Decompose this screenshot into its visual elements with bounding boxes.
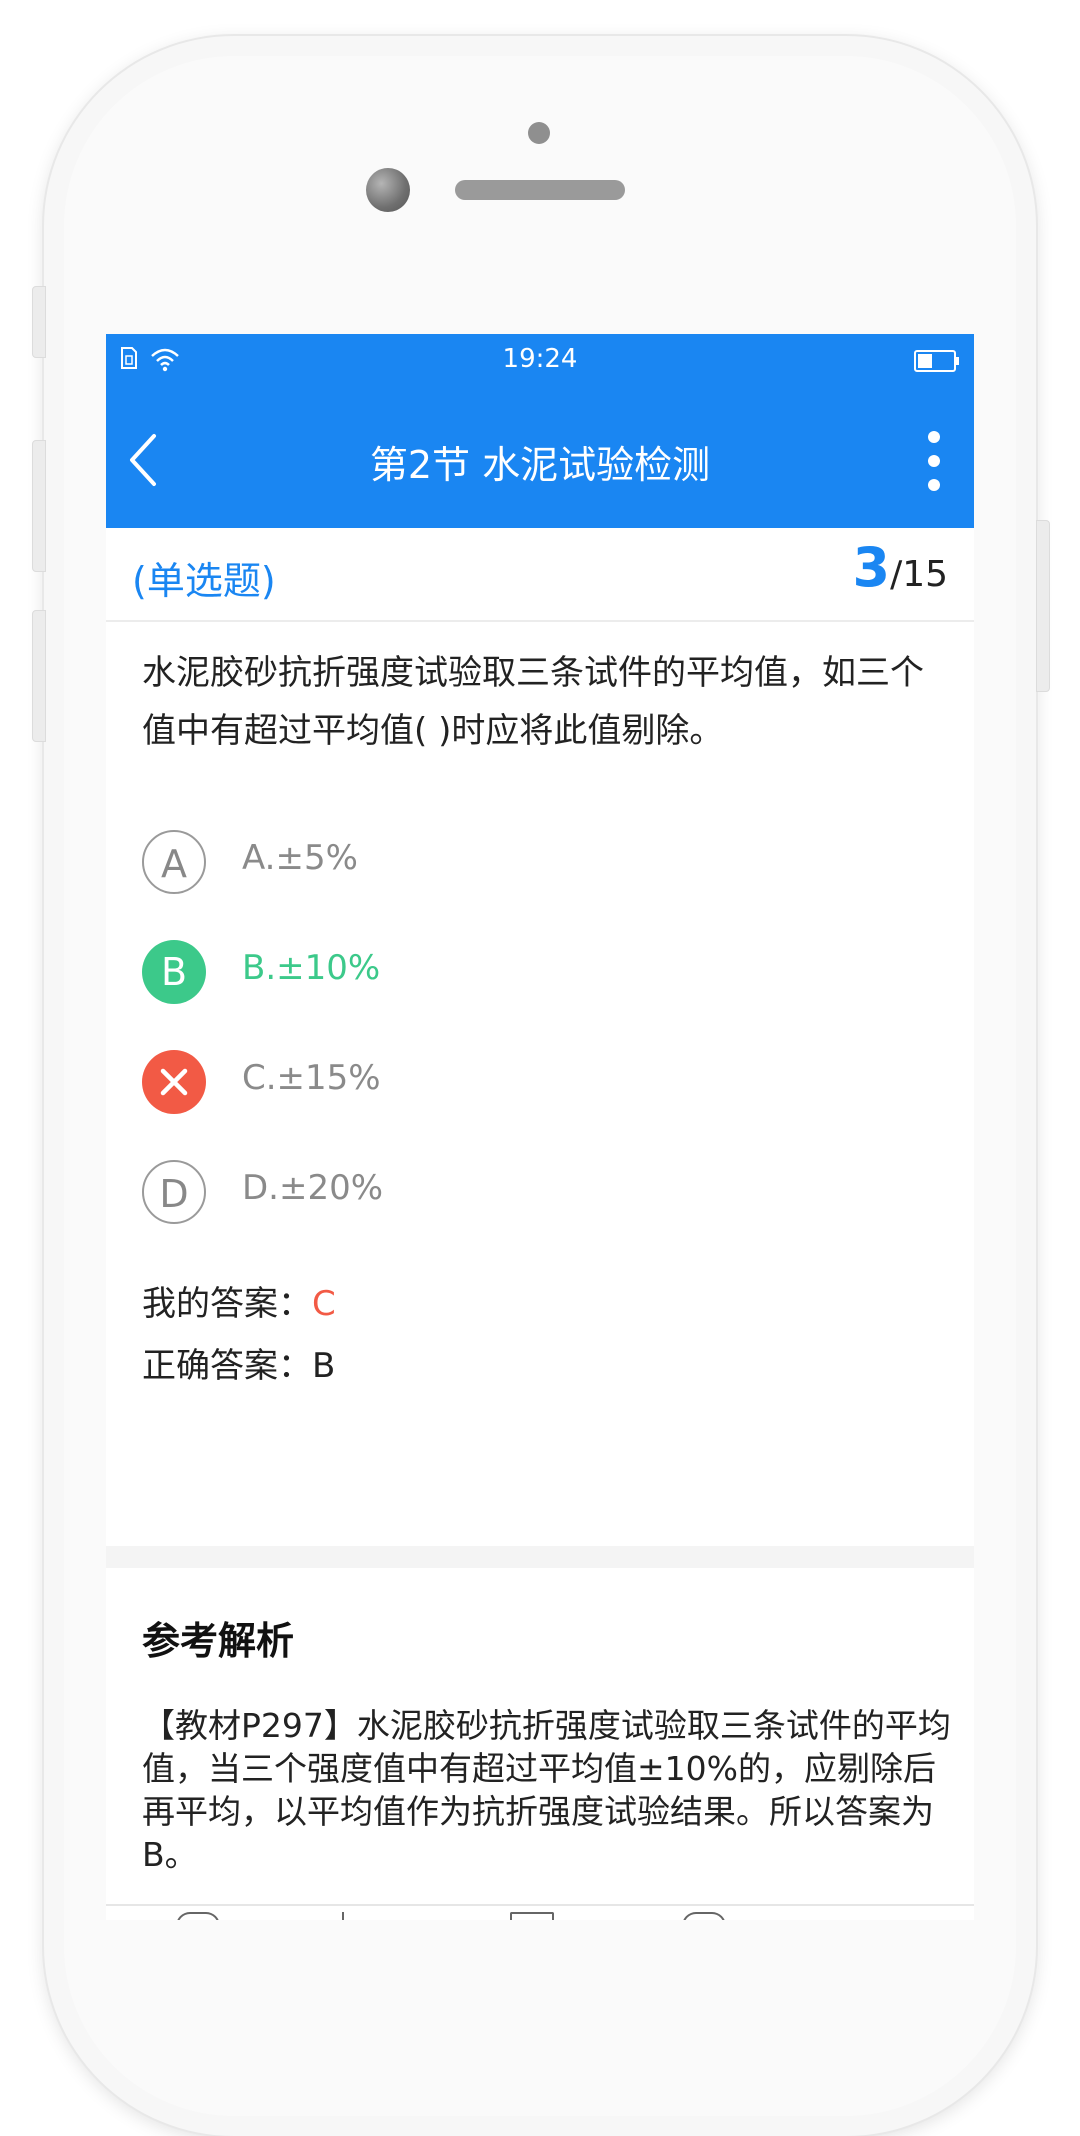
option-b-text: B.±10% [242, 948, 381, 988]
correct-answer-label: 正确答案： [142, 1346, 312, 1386]
app-screen: 19:24 第2节 水泥试验检测 (单选题) 3/15 水泥胶砂抗折强度试验取三… [106, 334, 974, 1920]
question-progress: 3/15 [852, 536, 948, 599]
option-b[interactable]: B B.±10% [142, 940, 922, 1012]
close-x-icon [160, 1068, 188, 1096]
more-vertical-icon[interactable] [924, 428, 944, 494]
total-questions: /15 [890, 554, 948, 595]
option-c-circle [142, 1050, 206, 1114]
option-c-text: C.±15% [242, 1058, 381, 1098]
option-d-circle: D [142, 1160, 206, 1224]
my-answer-value: C [312, 1284, 336, 1324]
current-question-number: 3 [852, 536, 891, 599]
volume-down-button [32, 610, 46, 742]
toolbar-icon-3[interactable] [510, 1912, 554, 1920]
power-button [1036, 520, 1050, 692]
mute-switch [32, 286, 46, 358]
nav-bar: 第2节 水泥试验检测 [106, 390, 974, 528]
option-a[interactable]: A A.±5% [142, 830, 922, 902]
option-c[interactable]: C.±15% [142, 1050, 922, 1122]
analysis-title: 参考解析 [142, 1619, 295, 1663]
front-camera [366, 168, 410, 212]
option-b-circle: B [142, 940, 206, 1004]
toolbar-icon-2[interactable] [342, 1912, 344, 1920]
correct-answer-value: B [312, 1346, 336, 1386]
question-type-label: (单选题) [132, 559, 276, 603]
option-a-text: A.±5% [242, 838, 358, 878]
proximity-sensor [528, 122, 550, 144]
option-a-circle: A [142, 830, 206, 894]
question-header: (单选题) 3/15 [106, 528, 974, 622]
toolbar-icon-1[interactable] [176, 1912, 220, 1920]
page-title: 第2节 水泥试验检测 [369, 443, 711, 487]
my-answer-line: 我的答案：C [142, 1276, 336, 1325]
status-time: 19:24 [502, 344, 578, 374]
earpiece-speaker [455, 180, 625, 200]
question-text: 水泥胶砂抗折强度试验取三条试件的平均值，如三个值中有超过平均值( )时应将此值剔… [142, 653, 924, 751]
status-bar: 19:24 [106, 334, 974, 390]
my-answer-label: 我的答案： [142, 1284, 312, 1324]
option-d[interactable]: D D.±20% [142, 1160, 922, 1232]
battery-icon [914, 350, 959, 372]
section-divider [106, 1546, 974, 1568]
analysis-text: 【教材P297】水泥胶砂抗折强度试验取三条试件的平均值，当三个强度值中有超过平均… [142, 1706, 951, 1874]
bottom-toolbar [106, 1904, 974, 1920]
option-d-text: D.±20% [242, 1168, 384, 1208]
correct-answer-line: 正确答案：B [142, 1338, 335, 1387]
toolbar-icon-4[interactable] [682, 1912, 726, 1920]
volume-up-button [32, 440, 46, 572]
